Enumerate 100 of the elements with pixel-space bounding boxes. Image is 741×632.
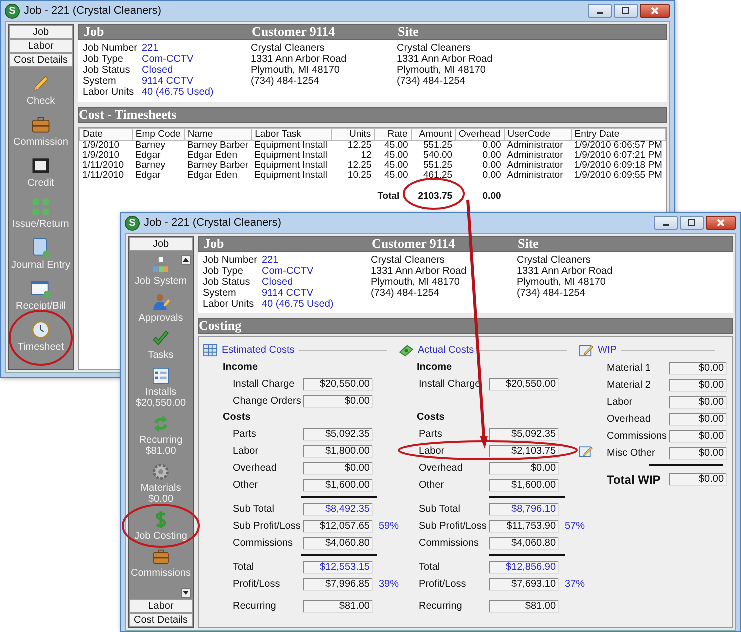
- amount-field: $0.00: [669, 447, 728, 460]
- amount-field: $20,550.00: [489, 378, 560, 391]
- org-chart-icon: [151, 255, 171, 275]
- money-icon: [399, 344, 414, 356]
- table-cell: 551.25: [411, 140, 456, 151]
- percent-value: 59%: [379, 521, 400, 532]
- total-label: Total WIP: [607, 472, 661, 486]
- amount-field: $0.00: [303, 462, 373, 475]
- group-heading: Costs: [222, 411, 252, 425]
- site-detail: Plymouth, MI 48170: [517, 277, 607, 288]
- amount-field: $0.00: [669, 413, 728, 426]
- field-label: Job Type: [83, 54, 124, 65]
- field-label: Parts: [419, 429, 442, 440]
- amount-field: $0.00: [669, 379, 728, 392]
- field-label: Job Number: [203, 255, 258, 266]
- highlight-circle: [9, 310, 73, 366]
- table-cell-text: Administrator: [506, 161, 564, 171]
- sidebar-tab[interactable]: Cost Details: [129, 613, 193, 627]
- column-header[interactable]: Entry Date: [571, 128, 666, 140]
- table-cell-text: 10.25: [346, 171, 373, 181]
- amount-field: $0.00: [669, 473, 728, 486]
- field-value: Closed: [142, 65, 174, 76]
- scroll-down-button[interactable]: [181, 588, 191, 598]
- field-label: Labor Units: [83, 87, 136, 98]
- group-heading: Costs: [416, 411, 446, 425]
- amount-field: $11,753.90: [489, 520, 560, 533]
- site-detail: 1331 Ann Arbor Road: [397, 54, 493, 65]
- maximize-button[interactable]: [680, 216, 704, 230]
- list-icon: [151, 366, 171, 386]
- amount-field: $5,092.35: [303, 428, 373, 441]
- amount-field: $1,600.00: [489, 479, 560, 492]
- minimize-button[interactable]: [588, 4, 612, 18]
- column-header[interactable]: UserCode: [504, 128, 572, 140]
- column-header[interactable]: Rate: [374, 128, 412, 140]
- scroll-up-button[interactable]: [181, 255, 191, 265]
- field-label: Parts: [233, 429, 256, 440]
- amount-field: $4,060.80: [303, 537, 373, 550]
- amount-field: $81.00: [303, 600, 373, 613]
- app-logo: S: [125, 216, 140, 230]
- edit-icon[interactable]: [579, 445, 594, 458]
- sidebar-tab[interactable]: Job: [129, 237, 193, 251]
- field-label: Sub Profit/Loss: [419, 521, 487, 532]
- section-heading: Cost - Timesheets: [79, 108, 177, 122]
- field-value: 221: [262, 255, 279, 266]
- site-detail: 1331 Ann Arbor Road: [517, 266, 613, 277]
- close-icon: [650, 7, 660, 15]
- field-label: System: [83, 76, 118, 87]
- column-title: Estimated Costs: [222, 344, 295, 356]
- field-label: Job Type: [203, 266, 244, 277]
- percent-value: 57%: [565, 521, 586, 532]
- field-label: Material 2: [607, 380, 651, 391]
- amount-field: $12,856.90: [489, 561, 560, 574]
- table-cell-text: Equipment Install: [254, 161, 328, 171]
- section-heading: Site: [398, 25, 419, 39]
- field-label: Overhead: [233, 463, 277, 474]
- field-label: Recurring: [233, 601, 276, 612]
- amount-field: $8,492.35: [303, 503, 373, 516]
- total-amount: 2103.75: [417, 190, 454, 202]
- column-header[interactable]: Emp Code: [132, 128, 184, 140]
- field-label: Recurring: [419, 601, 462, 612]
- field-label: Other: [419, 480, 444, 491]
- field-label: System: [203, 288, 238, 299]
- customer-detail: Crystal Cleaners: [371, 255, 446, 266]
- document-icon: [30, 237, 52, 259]
- field-label: Overhead: [419, 463, 463, 474]
- sidebar-tab[interactable]: Labor: [129, 599, 193, 613]
- close-button[interactable]: [640, 4, 670, 18]
- table-cell-text: 1/9/2010 6:07:21 PM: [573, 151, 664, 161]
- sidebar-tab[interactable]: Labor: [9, 39, 73, 53]
- amount-field: $5,092.35: [489, 428, 560, 441]
- field-label: Other: [233, 480, 258, 491]
- amount-field: $20,550.00: [303, 378, 373, 391]
- site-detail: (734) 484-1254: [397, 76, 466, 87]
- close-button[interactable]: [706, 216, 736, 230]
- column-header[interactable]: Overhead: [456, 128, 504, 140]
- column-header[interactable]: Date: [80, 128, 132, 140]
- amount-field: $12,553.15: [303, 561, 373, 574]
- column-header[interactable]: Labor Task: [252, 128, 332, 140]
- sidebar-tab[interactable]: Job: [9, 25, 73, 39]
- table-cell: Barney: [132, 140, 184, 151]
- column-header[interactable]: Units: [331, 128, 375, 140]
- site-detail: Crystal Cleaners: [397, 43, 472, 54]
- minimize-button[interactable]: [654, 216, 678, 230]
- highlight-circle: [403, 178, 465, 210]
- sidebar-tab[interactable]: Cost Details: [9, 53, 73, 67]
- maximize-icon: [621, 7, 631, 15]
- table-cell: 1/9/2010: [80, 151, 132, 161]
- maximize-button[interactable]: [614, 4, 638, 18]
- field-label: Profit/Loss: [419, 579, 466, 590]
- field-label: Labor: [419, 446, 445, 457]
- column-header[interactable]: Amount: [411, 128, 456, 140]
- field-label: Total: [419, 562, 440, 573]
- site-detail: Crystal Cleaners: [517, 255, 592, 266]
- field-value: Com-CCTV: [142, 54, 194, 65]
- squares-icon: [30, 196, 52, 218]
- table-cell-text: Barney Barber: [186, 161, 250, 171]
- field-label: Install Charge: [233, 379, 295, 390]
- table-icon: [203, 344, 218, 356]
- field-label: Sub Profit/Loss: [233, 521, 301, 532]
- column-header[interactable]: Name: [184, 128, 252, 140]
